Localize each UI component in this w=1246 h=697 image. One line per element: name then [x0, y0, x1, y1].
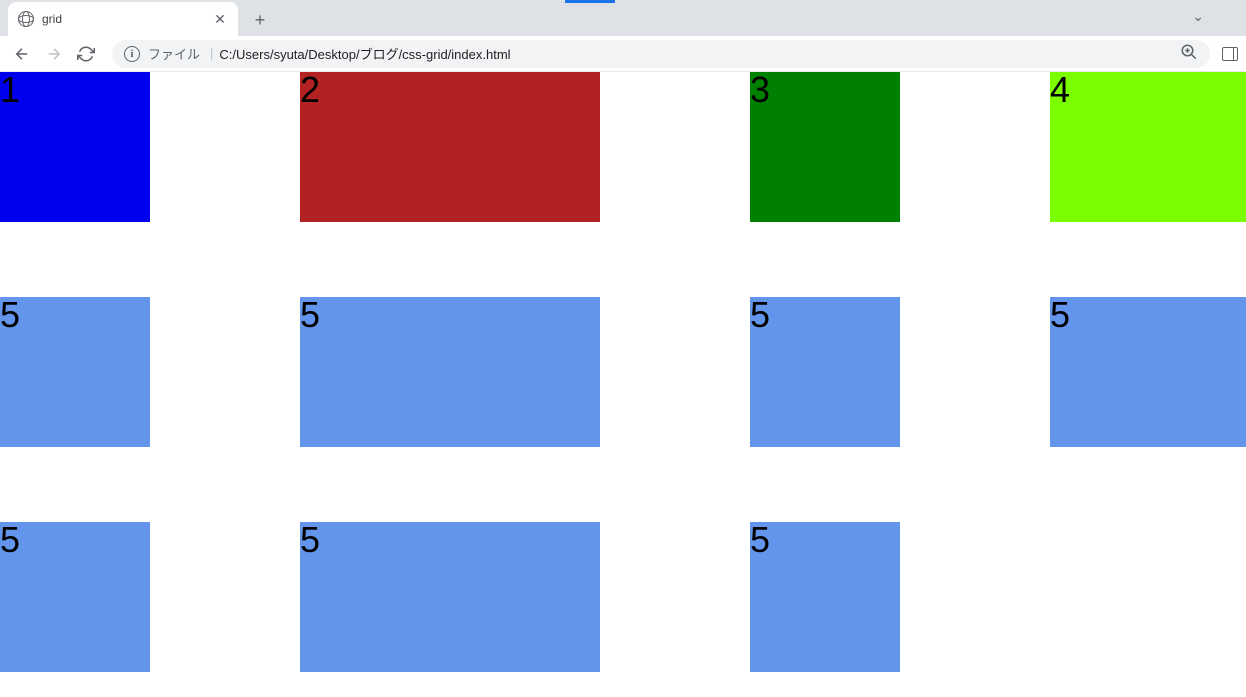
new-tab-button[interactable]: + — [246, 6, 274, 34]
grid-cell: 5 — [0, 297, 150, 447]
info-icon: i — [124, 46, 140, 62]
chevron-down-icon[interactable]: ⌄ — [1192, 8, 1204, 25]
grid-cell: 5 — [750, 297, 900, 447]
grid-cell: 5 — [300, 297, 600, 447]
grid-cell: 1 — [0, 72, 150, 222]
side-panel-icon[interactable] — [1222, 47, 1238, 61]
back-button[interactable] — [8, 40, 36, 68]
grid-cell: 5 — [750, 522, 900, 672]
address-scheme-label: ファイル — [148, 44, 200, 63]
address-url: C:/Users/syuta/Desktop/ブログ/css-grid/inde… — [219, 44, 510, 63]
grid-cell: 2 — [300, 72, 600, 222]
globe-icon — [18, 11, 34, 27]
address-separator: | — [210, 46, 213, 61]
grid-cell: 4 — [1050, 72, 1246, 222]
grid-cell: 5 — [1050, 297, 1246, 447]
page-viewport: 12345555555 — [0, 72, 1246, 672]
loading-indicator — [565, 0, 615, 3]
browser-toolbar: i ファイル | C:/Users/syuta/Desktop/ブログ/css-… — [0, 36, 1246, 72]
browser-tab[interactable]: grid ✕ — [8, 2, 238, 36]
reload-button[interactable] — [72, 40, 100, 68]
css-grid-container: 12345555555 — [0, 72, 1246, 672]
zoom-icon[interactable] — [1180, 43, 1198, 64]
close-icon[interactable]: ✕ — [212, 11, 228, 27]
grid-cell: 5 — [0, 522, 150, 672]
grid-cell: 5 — [300, 522, 600, 672]
forward-button[interactable] — [40, 40, 68, 68]
tab-title: grid — [42, 12, 62, 26]
browser-tab-strip: grid ✕ + ⌄ — [0, 0, 1246, 36]
grid-cell: 3 — [750, 72, 900, 222]
address-bar[interactable]: i ファイル | C:/Users/syuta/Desktop/ブログ/css-… — [112, 40, 1210, 68]
